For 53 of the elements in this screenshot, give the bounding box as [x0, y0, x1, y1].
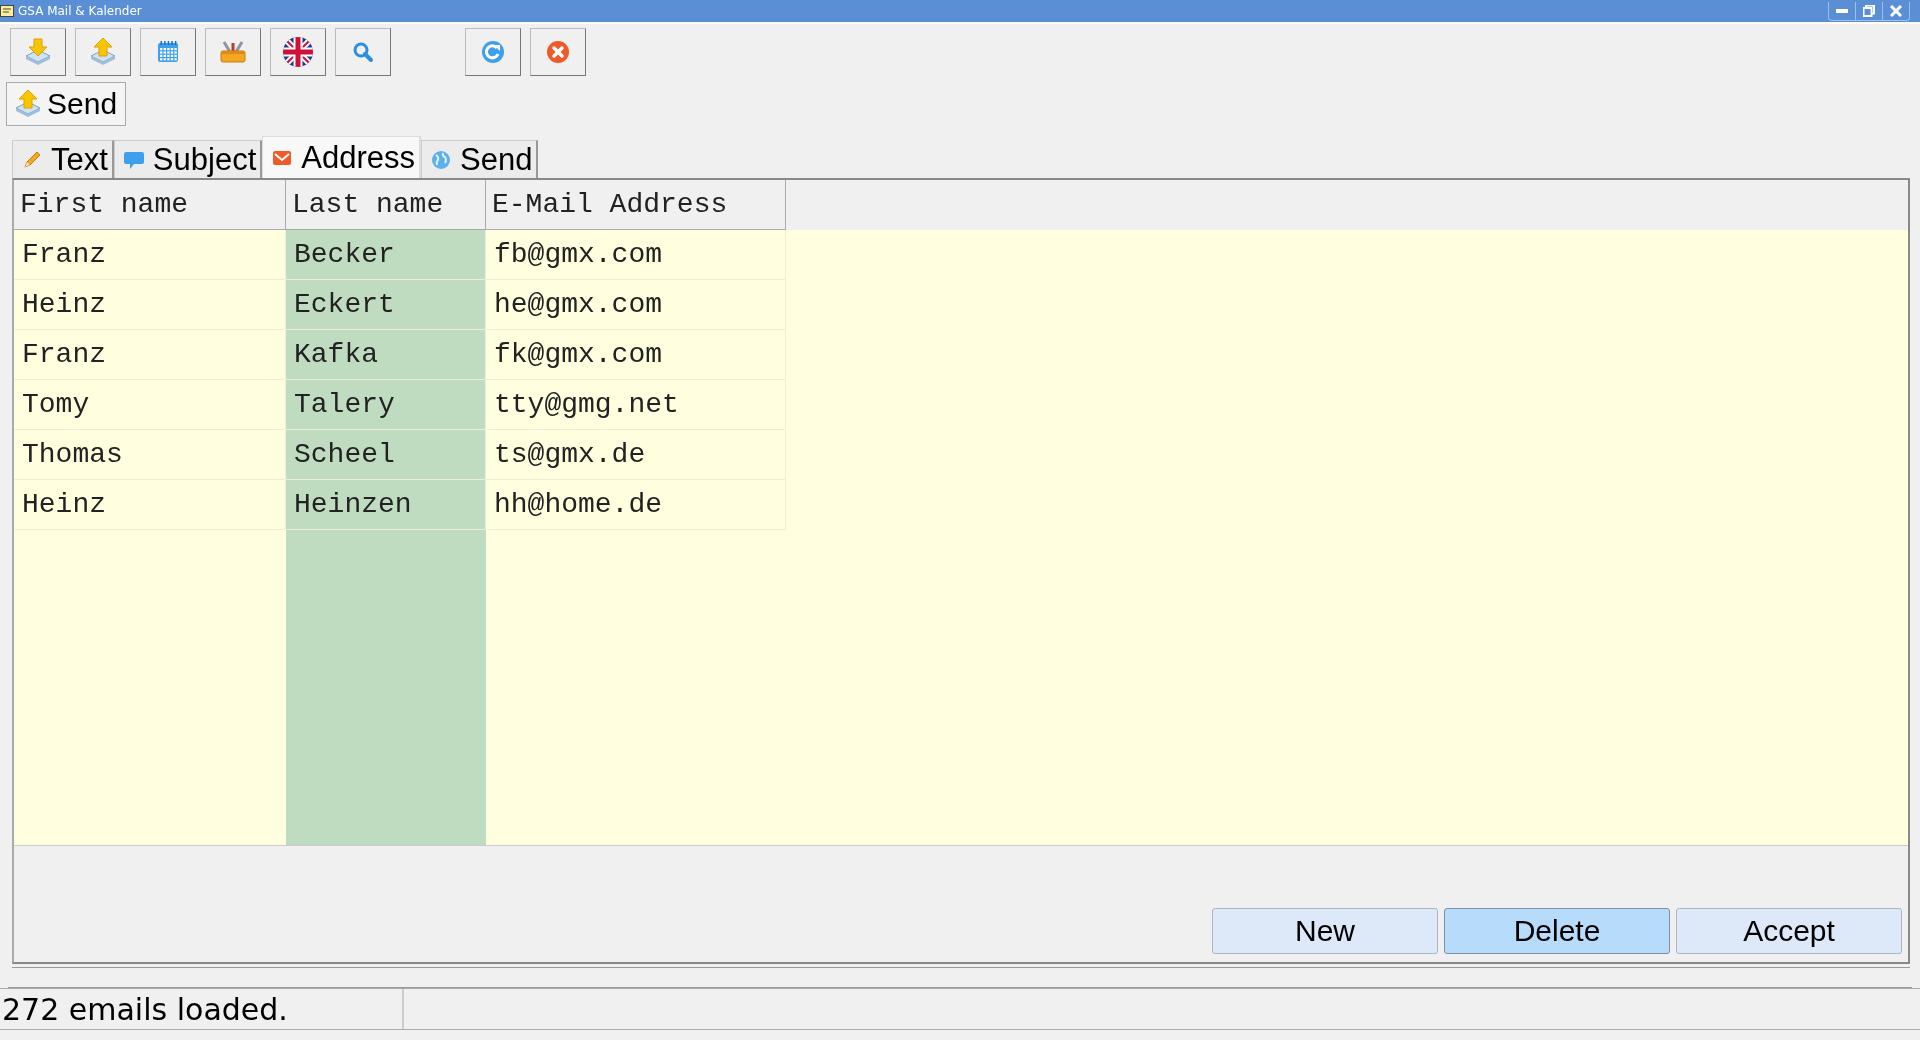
tray-down-arrow-icon — [23, 37, 53, 67]
tab[interactable]: Send — [421, 140, 539, 178]
table-cell: fb@gmx.com — [486, 230, 786, 280]
table-cell: hh@home.de — [486, 480, 786, 530]
calendar-button[interactable] — [140, 28, 196, 76]
window-title: GSA Mail & Kalender — [18, 4, 142, 18]
table-cell: Heinz — [14, 480, 286, 530]
tray-up-arrow-icon — [13, 89, 43, 119]
table-cell: he@gmx.com — [486, 280, 786, 330]
table-cell: ts@gmx.de — [486, 430, 786, 480]
globe-icon — [430, 148, 452, 171]
minimize-icon — [1836, 8, 1848, 13]
table-cell: Heinz — [14, 280, 286, 330]
tray-down-button[interactable] — [10, 28, 66, 76]
column-header[interactable]: Last name — [286, 180, 486, 230]
search-icon — [352, 41, 374, 63]
action-button[interactable]: Delete — [1444, 908, 1670, 954]
toolbox-icon — [218, 40, 248, 64]
table-cell: Kafka — [286, 330, 486, 380]
language-button[interactable] — [270, 28, 326, 76]
column-header[interactable]: E-Mail Address — [486, 180, 786, 230]
table-cell: Talery — [286, 380, 486, 430]
table-cell: Becker — [286, 230, 486, 280]
table-cell: Franz — [14, 230, 286, 280]
action-button[interactable]: Accept — [1676, 908, 1902, 954]
column-header[interactable]: First name — [14, 180, 286, 230]
status-message: 272 emails loaded. — [0, 989, 404, 1029]
tray-up-arrow-icon — [88, 37, 118, 67]
table-cell: Eckert — [286, 280, 486, 330]
tray-up-button[interactable] — [75, 28, 131, 76]
table-cell: Heinzen — [286, 480, 486, 530]
table-cell: fk@gmx.com — [486, 330, 786, 380]
restore-icon — [1863, 4, 1875, 17]
table-cell: Franz — [14, 330, 286, 380]
tab[interactable]: Address — [262, 136, 421, 178]
calendar-icon — [156, 40, 180, 64]
close-tool-button[interactable] — [530, 28, 586, 76]
action-button[interactable]: New — [1212, 908, 1438, 954]
union-flag-icon — [282, 36, 314, 68]
send-button[interactable]: Send — [6, 82, 127, 126]
tab[interactable]: Text — [12, 140, 114, 178]
tab[interactable]: Subject — [113, 140, 263, 178]
close-icon — [545, 39, 571, 65]
table-cell: Thomas — [14, 430, 286, 480]
table-cell: tty@gmg.net — [486, 380, 786, 430]
toolbox-button[interactable] — [205, 28, 261, 76]
close-icon — [1890, 4, 1902, 17]
refresh-icon — [480, 39, 506, 65]
refresh-button[interactable] — [465, 28, 521, 76]
table-cell: Scheel — [286, 430, 486, 480]
search-button[interactable] — [335, 28, 391, 76]
table-cell: Tomy — [14, 380, 286, 430]
app-icon — [0, 5, 14, 17]
